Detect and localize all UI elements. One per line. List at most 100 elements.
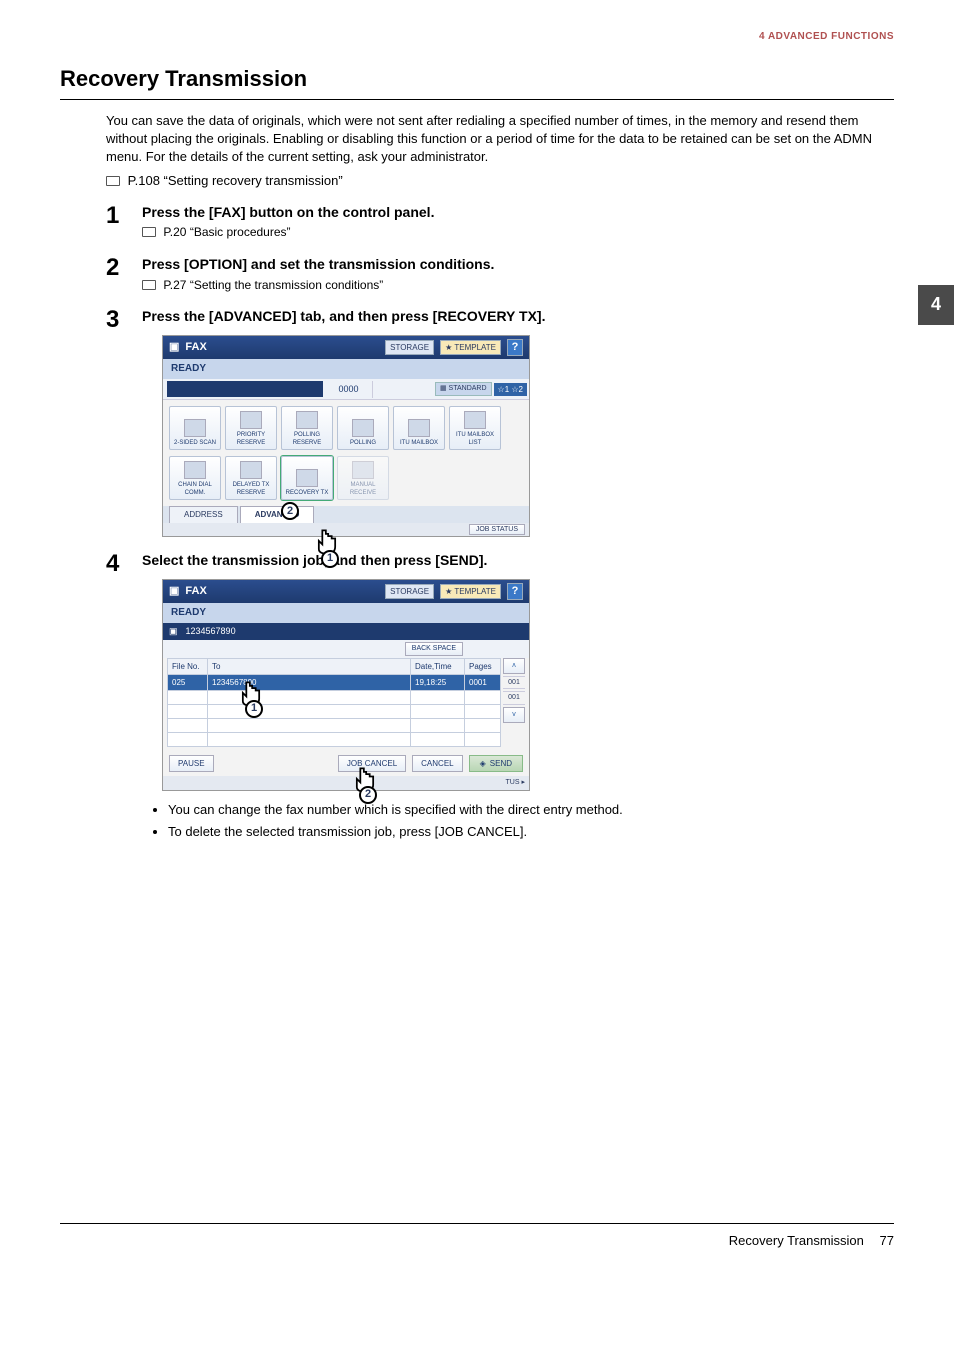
- cancel-button[interactable]: CANCEL: [412, 755, 462, 772]
- tab-address[interactable]: ADDRESS: [169, 506, 238, 522]
- scroll-down-button[interactable]: v: [503, 707, 525, 723]
- footer-title: Recovery Transmission: [729, 1233, 864, 1248]
- screen1-tabs: ADDRESS ADVANCED 2: [163, 506, 529, 522]
- page-footer: Recovery Transmission 77: [60, 1223, 894, 1250]
- col-pages: Pages: [465, 658, 501, 674]
- cell-pages: 0001: [465, 674, 501, 690]
- step-4-notes: You can change the fax number which is s…: [152, 801, 894, 841]
- page-count: 0000: [325, 381, 373, 398]
- template-button-label: TEMPLATE: [454, 343, 496, 352]
- job-row-empty: [168, 733, 501, 747]
- template-button[interactable]: ★ TEMPLATE: [440, 584, 501, 599]
- fax-screen-advanced: ▣ FAX STORAGE ★ TEMPLATE ? READY 0000 ▦ …: [162, 335, 530, 537]
- title-rule: [60, 99, 894, 100]
- storage-button[interactable]: STORAGE: [385, 584, 434, 599]
- intro-crossref: P.108 “Setting recovery transmission”: [106, 172, 894, 190]
- job-status-button[interactable]: JOB STATUS: [469, 524, 525, 535]
- intro-crossref-text: P.108 “Setting recovery transmission”: [128, 173, 343, 188]
- help-button[interactable]: ?: [507, 583, 523, 600]
- screen1-titlebar: ▣ FAX STORAGE ★ TEMPLATE ?: [163, 336, 529, 359]
- step-1: Press the [FAX] button on the control pa…: [106, 203, 894, 241]
- scroll-page-bot: 001: [503, 691, 525, 705]
- help-button[interactable]: ?: [507, 339, 523, 356]
- step-2-xref: P.27 “Setting the transmission condition…: [142, 277, 894, 294]
- tile-polling[interactable]: POLLING: [337, 406, 389, 450]
- tile-priority-reserve[interactable]: PRIORITY RESERVE: [225, 406, 277, 450]
- step-1-xref: P.20 “Basic procedures”: [142, 224, 894, 241]
- tab-advanced[interactable]: ADVANCED: [240, 506, 315, 522]
- col-to: To: [208, 658, 411, 674]
- step-2-head: Press [OPTION] and set the transmission …: [142, 255, 894, 275]
- tile-label: POLLING RESERVE: [282, 431, 332, 448]
- breadcrumb: 4 ADVANCED FUNCTIONS: [60, 30, 894, 44]
- job-row-empty: [168, 705, 501, 719]
- backspace-button[interactable]: BACK SPACE: [405, 642, 463, 656]
- step-3: Press the [ADVANCED] tab, and then press…: [106, 307, 894, 537]
- page-title: Recovery Transmission: [60, 64, 894, 95]
- step-2: Press [OPTION] and set the transmission …: [106, 255, 894, 293]
- callout-1: 1: [321, 550, 339, 568]
- tile-recovery-tx[interactable]: RECOVERY TX: [281, 456, 333, 500]
- step-4-head: Select the transmission job, and then pr…: [142, 551, 894, 571]
- pause-button[interactable]: PAUSE: [169, 755, 214, 772]
- tile-label: PRIORITY RESERVE: [226, 431, 276, 448]
- line-indicator: ☆1 ☆2: [494, 383, 527, 396]
- tile-manual-receive[interactable]: MANUAL RECEIVE: [337, 456, 389, 500]
- tile-itu-mailbox[interactable]: ITU MAILBOX: [393, 406, 445, 450]
- chapter-thumb-tab: 4: [918, 285, 954, 325]
- screen2-button-row: PAUSE JOB CANCEL CANCEL ◈ SEND: [163, 751, 529, 776]
- send-button[interactable]: ◈ SEND: [469, 755, 523, 772]
- col-fileno: File No.: [168, 658, 208, 674]
- tile-label: 2-SIDED SCAN: [174, 439, 216, 447]
- col-datetime: Date,Time: [411, 658, 465, 674]
- callout-1: 1: [245, 700, 263, 718]
- fax-icon: ▣: [169, 625, 178, 638]
- tile-label: POLLING: [350, 439, 376, 447]
- tile-row-2: CHAIN DIAL COMM. DELAYED TX RESERVE RECO…: [163, 456, 529, 506]
- scroll-page-top: 001: [503, 676, 525, 690]
- tile-itu-mailbox-list[interactable]: ITU MAILBOX LIST: [449, 406, 501, 450]
- ready-status: READY: [163, 359, 529, 379]
- fax-icon: ▣: [169, 340, 179, 355]
- scroll-up-button[interactable]: ʌ: [503, 658, 525, 674]
- tile-chain-dial[interactable]: CHAIN DIAL COMM.: [169, 456, 221, 500]
- job-row-empty: [168, 691, 501, 705]
- step-1-head: Press the [FAX] button on the control pa…: [142, 203, 894, 223]
- template-button-label: TEMPLATE: [454, 587, 496, 596]
- jobs-table: File No. To Date,Time Pages 025 12345678…: [167, 658, 501, 747]
- tile-label: DELAYED TX RESERVE: [226, 481, 276, 498]
- note-delete-job: To delete the selected transmission job,…: [168, 823, 894, 841]
- storage-button[interactable]: STORAGE: [385, 340, 434, 355]
- screen2-bottom: TUS ▸: [163, 776, 529, 790]
- note-change-number: You can change the fax number which is s…: [168, 801, 894, 819]
- tile-label: MANUAL RECEIVE: [338, 481, 388, 498]
- send-button-label: SEND: [490, 758, 512, 769]
- tile-label: ITU MAILBOX LIST: [450, 431, 500, 448]
- step-1-xref-text: P.20 “Basic procedures”: [163, 225, 290, 239]
- tile-label: CHAIN DIAL COMM.: [170, 481, 220, 498]
- backspace-row: BACK SPACE: [163, 640, 529, 658]
- book-icon: [106, 176, 120, 186]
- status-row: 0000 ▦ STANDARD ☆1 ☆2: [163, 379, 529, 400]
- book-icon: [142, 280, 156, 290]
- ready-status: READY: [163, 603, 529, 623]
- step-3-head: Press the [ADVANCED] tab, and then press…: [142, 307, 894, 327]
- step-4: Select the transmission job, and then pr…: [106, 551, 894, 841]
- screen1-title: FAX: [185, 340, 206, 355]
- standard-badge-label: STANDARD: [449, 385, 487, 392]
- screen2-titlebar: ▣ FAX STORAGE ★ TEMPLATE ?: [163, 580, 529, 603]
- tile-2sided-scan[interactable]: 2-SIDED SCAN: [169, 406, 221, 450]
- tile-polling-reserve[interactable]: POLLING RESERVE: [281, 406, 333, 450]
- tile-label: RECOVERY TX: [286, 489, 329, 497]
- template-button[interactable]: ★ TEMPLATE: [440, 340, 501, 355]
- tile-delayed-tx[interactable]: DELAYED TX RESERVE: [225, 456, 277, 500]
- job-row-empty: [168, 719, 501, 733]
- job-row-selected[interactable]: 025 1234567890 19,18:25 0001: [168, 674, 501, 690]
- book-icon: [142, 227, 156, 237]
- intro-paragraph: You can save the data of originals, whic…: [106, 112, 894, 167]
- standard-badge[interactable]: ▦ STANDARD: [435, 382, 492, 396]
- step-2-xref-text: P.27 “Setting the transmission condition…: [163, 278, 383, 292]
- number-entry-row: ▣ 1234567890: [163, 623, 529, 640]
- callout-2: 2: [359, 786, 377, 804]
- jobs-table-wrap: File No. To Date,Time Pages 025 12345678…: [163, 658, 529, 751]
